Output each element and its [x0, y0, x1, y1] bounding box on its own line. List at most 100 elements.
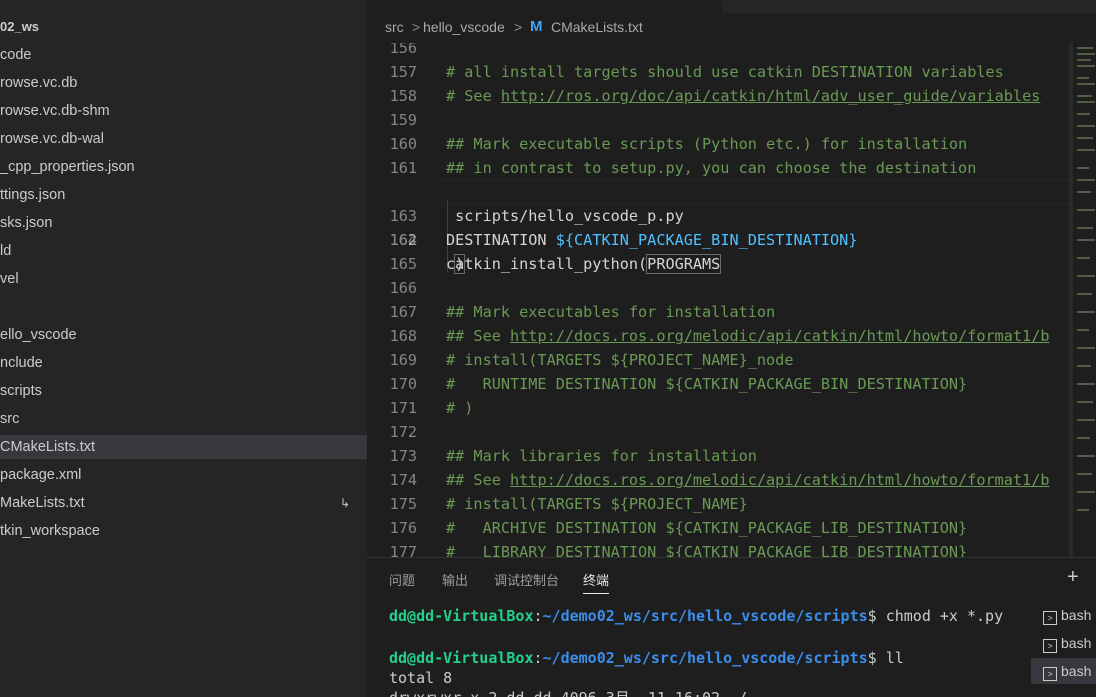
- tree-item-label: src: [0, 411, 20, 427]
- code-line: 175 # install(TARGETS ${PROJECT_NAME}: [367, 492, 1069, 516]
- minimap[interactable]: [1069, 43, 1096, 557]
- terminal-instance-1[interactable]: > bash: [1031, 602, 1096, 628]
- code-link[interactable]: http://docs.ros.org/melodic/api/catkin/h…: [510, 327, 1049, 345]
- minimap-line: [1077, 47, 1093, 49]
- minimap-line: [1077, 77, 1089, 79]
- line-number: 166: [389, 279, 417, 297]
- active-editor-tab[interactable]: [367, 0, 722, 13]
- line-number: 177: [389, 543, 417, 557]
- line-number: 161: [389, 159, 417, 177]
- minimap-line: [1077, 191, 1091, 193]
- minimap-line: [1077, 227, 1093, 229]
- line-number: 158: [389, 87, 417, 105]
- comment-text: ## See: [446, 471, 511, 489]
- code-text: # LIBRARY DESTINATION ${CATKIN_PACKAGE_L…: [446, 543, 968, 557]
- line-number: 173: [389, 447, 417, 465]
- terminal-instance-2[interactable]: > bash: [1031, 630, 1096, 656]
- code-line: 166: [367, 276, 1069, 300]
- tab-problems[interactable]: 问题: [389, 570, 415, 589]
- tree-item-build[interactable]: ld: [0, 239, 367, 263]
- tab-debug-console[interactable]: 调试控制台: [494, 570, 559, 589]
- tree-item-root-cmakelists[interactable]: MakeLists.txt ↳: [0, 491, 367, 515]
- breadcrumb: src > hello_vscode > M CMakeLists.txt: [367, 13, 1096, 43]
- minimap-line: [1077, 257, 1090, 259]
- minimap-line: [1077, 509, 1089, 511]
- line-number: 171: [389, 399, 417, 417]
- tree-item-hello-vscode[interactable]: ello_vscode: [0, 323, 367, 347]
- terminal-instance-label: bash: [1061, 663, 1092, 679]
- tree-item-label: code: [0, 47, 32, 63]
- minimap-line: [1077, 455, 1095, 457]
- tree-item-label: rowse.vc.db-wal: [0, 131, 104, 147]
- code-line: 158 # See http://ros.org/doc/api/catkin/h…: [367, 84, 1069, 108]
- terminal-command: $ chmod +x *.py: [867, 607, 1004, 625]
- prompt-path: ~/demo02_ws/src/hello_vscode/scripts: [542, 649, 868, 667]
- terminal-line: total 8: [389, 669, 453, 687]
- editor-scrollbar[interactable]: [1069, 43, 1073, 557]
- tree-item-src[interactable]: src: [0, 407, 367, 431]
- code-line: 169 # install(TARGETS ${PROJECT_NAME}_nod…: [367, 348, 1069, 372]
- line-number: 169: [389, 351, 417, 369]
- code-line: 176 # ARCHIVE DESTINATION ${CATKIN_PACKAG…: [367, 516, 1069, 540]
- breadcrumb-file[interactable]: CMakeLists.txt: [551, 19, 643, 35]
- code-text: ## Mark libraries for installation: [446, 447, 757, 465]
- bottom-panel: 问题 输出 调试控制台 终端 + dd@dd-VirtualBox:~/demo…: [367, 557, 1096, 697]
- minimap-line: [1077, 383, 1095, 385]
- tree-item-src-folder[interactable]: [0, 295, 367, 319]
- code-line: 170 # RUNTIME DESTINATION ${CATKIN_PACKAG…: [367, 372, 1069, 396]
- line-number: 172: [389, 423, 417, 441]
- tree-item-include[interactable]: nclude: [0, 351, 367, 375]
- code-line: 167 ## Mark executables for installation: [367, 300, 1069, 324]
- tree-item-label: package.xml: [0, 467, 82, 483]
- code-line: 165 ): [367, 252, 1069, 276]
- breadcrumb-separator: >: [412, 19, 421, 35]
- minimap-line: [1077, 179, 1095, 181]
- tree-item-cpp-properties[interactable]: _cpp_properties.json: [0, 155, 367, 179]
- code-token: DESTINATION: [446, 231, 556, 249]
- terminal-instance-label: bash: [1061, 607, 1092, 623]
- code-text: # ARCHIVE DESTINATION ${CATKIN_PACKAGE_L…: [446, 519, 968, 537]
- new-terminal-icon[interactable]: +: [1067, 566, 1079, 589]
- tree-item-cmakelists-selected[interactable]: CMakeLists.txt: [0, 435, 367, 459]
- minimap-line: [1077, 209, 1095, 211]
- tree-item-settings-json[interactable]: ttings.json: [0, 183, 367, 207]
- code-editor[interactable]: 156 157 # all install targets should use …: [367, 43, 1069, 557]
- terminal-line: drwxrwxr-x 2 dd dd 4096 3月 11 16:02 ./: [389, 688, 747, 697]
- terminal-instance-3[interactable]: > bash: [1031, 658, 1096, 684]
- code-link[interactable]: http://ros.org/doc/api/catkin/html/adv_u…: [501, 87, 1040, 105]
- tree-item-label: ello_vscode: [0, 327, 77, 343]
- line-number: 164: [389, 231, 417, 249]
- tree-item-browse-db-shm[interactable]: rowse.vc.db-shm: [0, 99, 367, 123]
- breadcrumb-src[interactable]: src: [385, 19, 404, 35]
- code-text: ## in contrast to setup.py, you can choo…: [446, 159, 977, 177]
- tree-item-label: _cpp_properties.json: [0, 159, 135, 175]
- tree-item-workspace[interactable]: 02_ws: [0, 15, 367, 39]
- tab-terminal[interactable]: 终端: [583, 570, 610, 594]
- tree-item-browse-db-wal[interactable]: rowse.vc.db-wal: [0, 127, 367, 151]
- code-text: # install(TARGETS ${PROJECT_NAME}: [446, 495, 748, 513]
- code-text: ## Mark executables for installation: [446, 303, 776, 321]
- tree-item-catkin-workspace[interactable]: tkin_workspace: [0, 519, 367, 543]
- tree-item-vscode-folder[interactable]: code: [0, 43, 367, 67]
- line-number: 168: [389, 327, 417, 345]
- tree-item-devel[interactable]: vel: [0, 267, 367, 291]
- minimap-line: [1077, 125, 1095, 127]
- tree-item-browse-db[interactable]: rowse.vc.db: [0, 71, 367, 95]
- minimap-line: [1077, 65, 1095, 67]
- tab-output[interactable]: 输出: [442, 570, 468, 589]
- breadcrumb-separator: >: [514, 19, 523, 35]
- breadcrumb-hello-vscode[interactable]: hello_vscode: [423, 19, 505, 35]
- tree-item-package-xml[interactable]: package.xml: [0, 463, 367, 487]
- line-number: 157: [389, 63, 417, 81]
- code-line: 160 ## Mark executable scripts (Python et…: [367, 132, 1069, 156]
- code-link[interactable]: http://docs.ros.org/melodic/api/catkin/h…: [510, 471, 1049, 489]
- tree-item-scripts[interactable]: scripts: [0, 379, 367, 403]
- minimap-line: [1077, 401, 1093, 403]
- minimap-line: [1077, 293, 1092, 295]
- code-line: 163 scripts/hello_vscode_p.py: [367, 204, 1069, 228]
- tree-item-label: tkin_workspace: [0, 523, 100, 539]
- current-line-highlight: [441, 180, 1069, 204]
- code-line: 173 ## Mark libraries for installation: [367, 444, 1069, 468]
- minimap-line: [1077, 149, 1095, 151]
- tree-item-tasks-json[interactable]: sks.json: [0, 211, 367, 235]
